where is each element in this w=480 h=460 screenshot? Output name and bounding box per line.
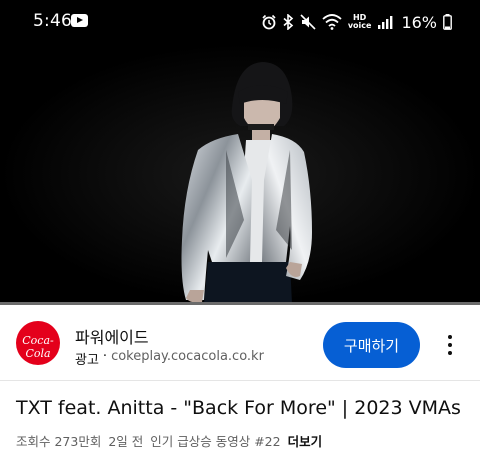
status-time: 5:46	[33, 11, 72, 31]
alarm-icon	[262, 14, 276, 30]
status-bar: 5:46 HD voice 16%	[0, 0, 480, 44]
battery-icon	[443, 14, 452, 30]
youtube-notification-icon	[71, 14, 88, 27]
dot	[448, 335, 452, 339]
wifi-icon	[322, 14, 342, 30]
ad-row[interactable]: Coca-Cola 파워에이드 광고 · cokeplay.cocacola.c…	[0, 305, 480, 380]
buy-button[interactable]: 구매하기	[323, 322, 420, 368]
upload-age: 2일 전	[108, 434, 144, 449]
more-link[interactable]: 더보기	[288, 431, 323, 450]
view-count: 조회수 273만회	[16, 434, 102, 449]
dot	[448, 343, 452, 347]
separator-dot: ·	[102, 349, 108, 364]
signal-icon	[378, 16, 393, 29]
ad-url[interactable]: cokeplay.cocacola.co.kr	[111, 349, 264, 368]
more-options-icon[interactable]	[441, 332, 459, 358]
ad-badge: 광고	[75, 353, 99, 368]
bluetooth-icon	[283, 14, 294, 30]
dot	[448, 351, 452, 355]
video-player[interactable]	[0, 44, 480, 304]
voice-label: voice	[347, 21, 372, 30]
status-icons: HD voice 16%	[261, 10, 452, 34]
performer-figure	[0, 44, 480, 304]
trending-badge: 인기 급상승 동영상 #22	[150, 434, 281, 449]
ad-subtitle: 광고 · cokeplay.cocacola.co.kr	[75, 349, 264, 368]
divider	[0, 380, 480, 381]
coca-cola-logo-text: Coca-Cola	[22, 334, 54, 360]
video-title[interactable]: TXT feat. Anitta - "Back For More" | 202…	[16, 397, 461, 419]
advertiser-name[interactable]: 파워에이드	[75, 324, 149, 348]
battery-percent: 16%	[401, 12, 437, 32]
hd-voice-icon: HD voice	[348, 14, 372, 30]
advertiser-logo[interactable]: Coca-Cola	[16, 321, 60, 365]
mute-icon	[300, 14, 316, 30]
video-metadata[interactable]: 조회수 273만회 2일 전 인기 급상승 동영상 #22 더보기	[16, 431, 322, 450]
